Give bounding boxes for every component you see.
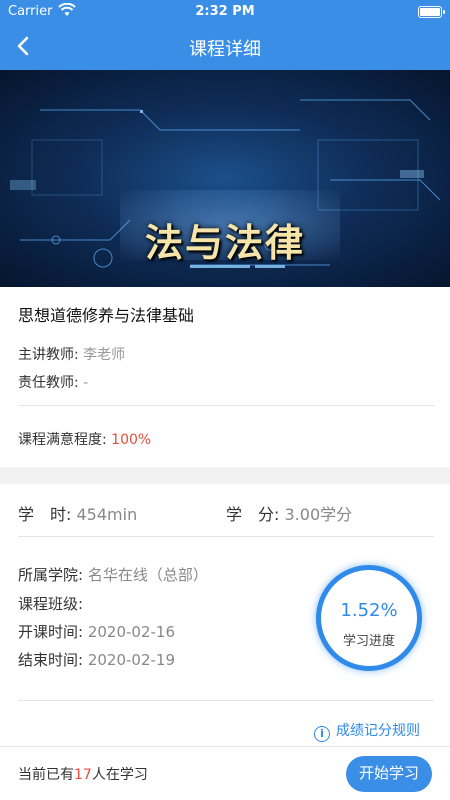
status-time: 2:32 PM: [195, 4, 255, 19]
college-value: 名华在线（总部）: [87, 566, 208, 584]
battery-icon: [418, 6, 445, 18]
lecturer-value: 李老师: [83, 347, 126, 363]
page-title: 课程详细: [189, 39, 261, 60]
hours-value: 454min: [76, 505, 138, 524]
responsible-label: 责任教师:: [18, 375, 79, 391]
responsible-row: 责任教师: -: [18, 372, 88, 392]
satisfaction-label: 课程满意程度:: [18, 432, 107, 448]
course-name: 思想道德修养与法律基础: [18, 306, 195, 325]
info-icon: i: [314, 726, 330, 742]
hours-label: 学 时:: [18, 505, 72, 524]
status-bar: Carrier 2:32 PM: [0, 0, 450, 24]
bottom-bar: 当前已有17人在学习 开始学习: [0, 746, 450, 800]
grading-rules-link[interactable]: i 成绩记分规则: [314, 720, 420, 742]
section-gap: [0, 467, 450, 484]
college-row: 所属学院: 名华在线（总部）: [18, 564, 208, 585]
learner-suffix: 人在学习: [91, 767, 148, 783]
credits-label: 学 分:: [226, 505, 280, 524]
class-label: 课程班级:: [18, 595, 84, 613]
divider: [18, 405, 434, 406]
study-progress-ring: 1.52% 学习进度: [316, 565, 422, 671]
progress-percent: 1.52%: [340, 600, 398, 621]
nav-bar: 课程详细: [0, 24, 450, 70]
progress-label: 学习进度: [342, 634, 395, 649]
college-label: 所属学院:: [18, 566, 84, 584]
course-banner-image: 法与法律: [0, 70, 450, 287]
hours-row: 学 时: 454min: [18, 501, 137, 525]
start-date-row: 开课时间: 2020-02-16: [18, 621, 175, 642]
grading-rules-label: 成绩记分规则: [336, 723, 420, 739]
satisfaction-row: 课程满意程度: 100%: [18, 429, 151, 449]
start-learning-button[interactable]: 开始学习: [346, 756, 432, 792]
satisfaction-value: 100%: [111, 432, 152, 448]
credits-row: 学 分: 3.00学分: [226, 501, 352, 525]
end-date-row: 结束时间: 2020-02-19: [18, 649, 175, 670]
divider: [18, 700, 434, 701]
responsible-value: -: [83, 375, 89, 391]
learner-count: 17: [74, 767, 92, 783]
lecturer-row: 主讲教师: 李老师: [18, 344, 125, 364]
start-date-label: 开课时间:: [18, 623, 84, 641]
credits-value: 3.00学分: [284, 505, 353, 524]
end-date-label: 结束时间:: [18, 651, 84, 669]
lecturer-label: 主讲教师:: [18, 347, 79, 363]
learner-count-text: 当前已有17人在学习: [18, 764, 148, 784]
learner-prefix: 当前已有: [18, 767, 74, 783]
start-date-value: 2020-02-16: [87, 623, 176, 641]
banner-title: 法与法律: [144, 221, 305, 265]
class-row: 课程班级:: [18, 593, 83, 614]
end-date-value: 2020-02-19: [87, 651, 176, 669]
divider: [18, 536, 434, 537]
